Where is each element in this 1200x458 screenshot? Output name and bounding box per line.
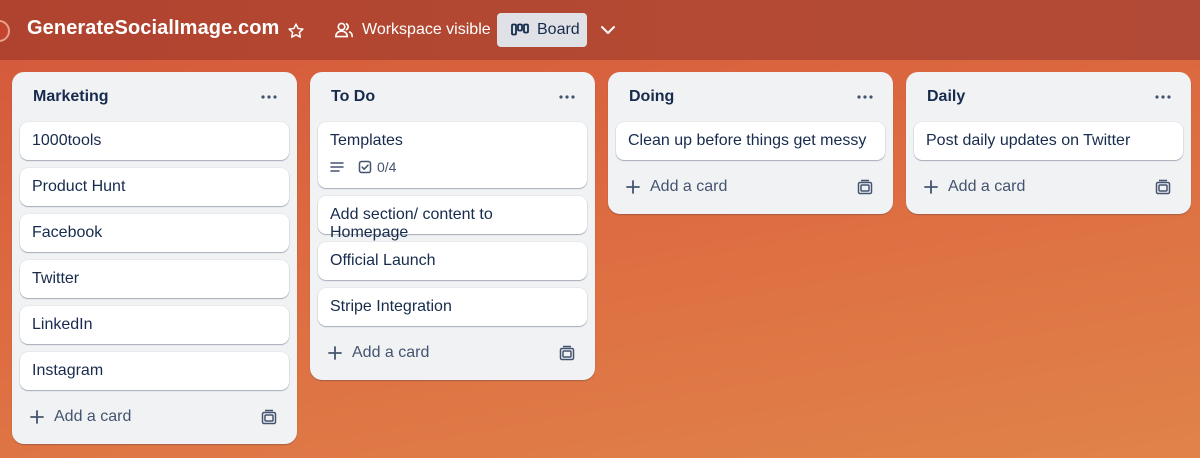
card[interactable]: Product Hunt xyxy=(20,168,289,206)
plus-icon xyxy=(924,180,938,194)
add-card-button[interactable]: Add a card xyxy=(924,178,1025,196)
card[interactable]: Stripe Integration xyxy=(318,288,587,326)
list-to-do: To Do Templates 0/4 Add section/ content… xyxy=(310,72,595,380)
list-marketing: Marketing 1000tools Product Hunt Faceboo… xyxy=(12,72,297,444)
add-card-row: Add a card xyxy=(20,398,289,436)
add-card-button[interactable]: Add a card xyxy=(626,178,727,196)
card-title: Facebook xyxy=(32,224,103,241)
list-header: Doing xyxy=(616,72,885,122)
list-title[interactable]: Daily xyxy=(927,88,965,106)
description-icon xyxy=(330,161,344,173)
visibility-button[interactable]: Workspace visible xyxy=(328,14,497,46)
more-icon[interactable] xyxy=(853,85,877,109)
card[interactable]: Official Launch xyxy=(318,242,587,280)
card-template-icon[interactable] xyxy=(853,175,877,199)
card-title: 1000tools xyxy=(32,132,102,149)
card[interactable]: Instagram xyxy=(20,352,289,390)
board-header: GenerateSocialImage.com Workspace visibl… xyxy=(0,0,1200,60)
workspace-avatar[interactable] xyxy=(0,20,10,42)
people-icon xyxy=(334,21,354,39)
card[interactable]: Clean up before things get messy xyxy=(616,122,885,160)
card-title: Clean up before things get messy xyxy=(628,132,867,149)
card[interactable]: Facebook xyxy=(20,214,289,252)
card-title: LinkedIn xyxy=(32,316,93,333)
checklist-icon xyxy=(358,160,372,174)
board-icon xyxy=(511,23,529,37)
board-title[interactable]: GenerateSocialImage.com xyxy=(27,17,279,40)
plus-icon xyxy=(30,410,44,424)
list-daily: Daily Post daily updates on Twitter Add … xyxy=(906,72,1191,214)
visibility-label: Workspace visible xyxy=(362,21,491,38)
card-template-icon[interactable] xyxy=(1151,175,1175,199)
card[interactable]: 1000tools xyxy=(20,122,289,160)
board-view-button[interactable]: Board xyxy=(497,13,587,47)
add-card-row: Add a card xyxy=(914,168,1183,206)
card[interactable]: Twitter xyxy=(20,260,289,298)
board-view-label: Board xyxy=(537,21,580,38)
card-title: Twitter xyxy=(32,270,80,287)
card-title: Templates xyxy=(330,132,403,149)
card[interactable]: Add section/ content to Homepage xyxy=(318,196,587,241)
list-header: Daily xyxy=(914,72,1183,122)
add-card-button[interactable]: Add a card xyxy=(328,344,429,362)
list-title[interactable]: To Do xyxy=(331,88,375,106)
more-icon[interactable] xyxy=(257,85,281,109)
card[interactable]: Post daily updates on Twitter xyxy=(914,122,1183,160)
card-badges: 0/4 xyxy=(330,158,575,176)
card-title: Add section/ content to Homepage xyxy=(330,206,493,241)
card-title: Post daily updates on Twitter xyxy=(926,132,1131,149)
list-header: To Do xyxy=(318,72,587,122)
card[interactable]: LinkedIn xyxy=(20,306,289,344)
list-title[interactable]: Marketing xyxy=(33,88,109,106)
add-card-button[interactable]: Add a card xyxy=(30,408,131,426)
add-card-label: Add a card xyxy=(948,178,1026,195)
add-card-row: Add a card xyxy=(616,168,885,206)
card-title: Instagram xyxy=(32,362,104,379)
plus-icon xyxy=(626,180,640,194)
list-header: Marketing xyxy=(20,72,289,122)
add-card-row: Add a card xyxy=(318,334,587,372)
plus-icon xyxy=(328,346,342,360)
card-template-icon[interactable] xyxy=(555,341,579,365)
card[interactable]: Templates 0/4 xyxy=(318,122,587,188)
more-icon[interactable] xyxy=(555,85,579,109)
card-template-icon[interactable] xyxy=(257,405,281,429)
checklist-count: 0/4 xyxy=(377,159,397,175)
list-title[interactable]: Doing xyxy=(629,88,674,106)
card-title: Product Hunt xyxy=(32,178,126,195)
chevron-down-icon[interactable] xyxy=(596,17,620,43)
card-title: Stripe Integration xyxy=(330,298,452,315)
add-card-label: Add a card xyxy=(650,178,728,195)
card-title: Official Launch xyxy=(330,252,436,269)
checklist-badge: 0/4 xyxy=(358,159,396,175)
add-card-label: Add a card xyxy=(352,344,430,361)
list-doing: Doing Clean up before things get messy A… xyxy=(608,72,893,214)
add-card-label: Add a card xyxy=(54,408,132,425)
star-icon[interactable] xyxy=(284,19,308,43)
more-icon[interactable] xyxy=(1151,85,1175,109)
